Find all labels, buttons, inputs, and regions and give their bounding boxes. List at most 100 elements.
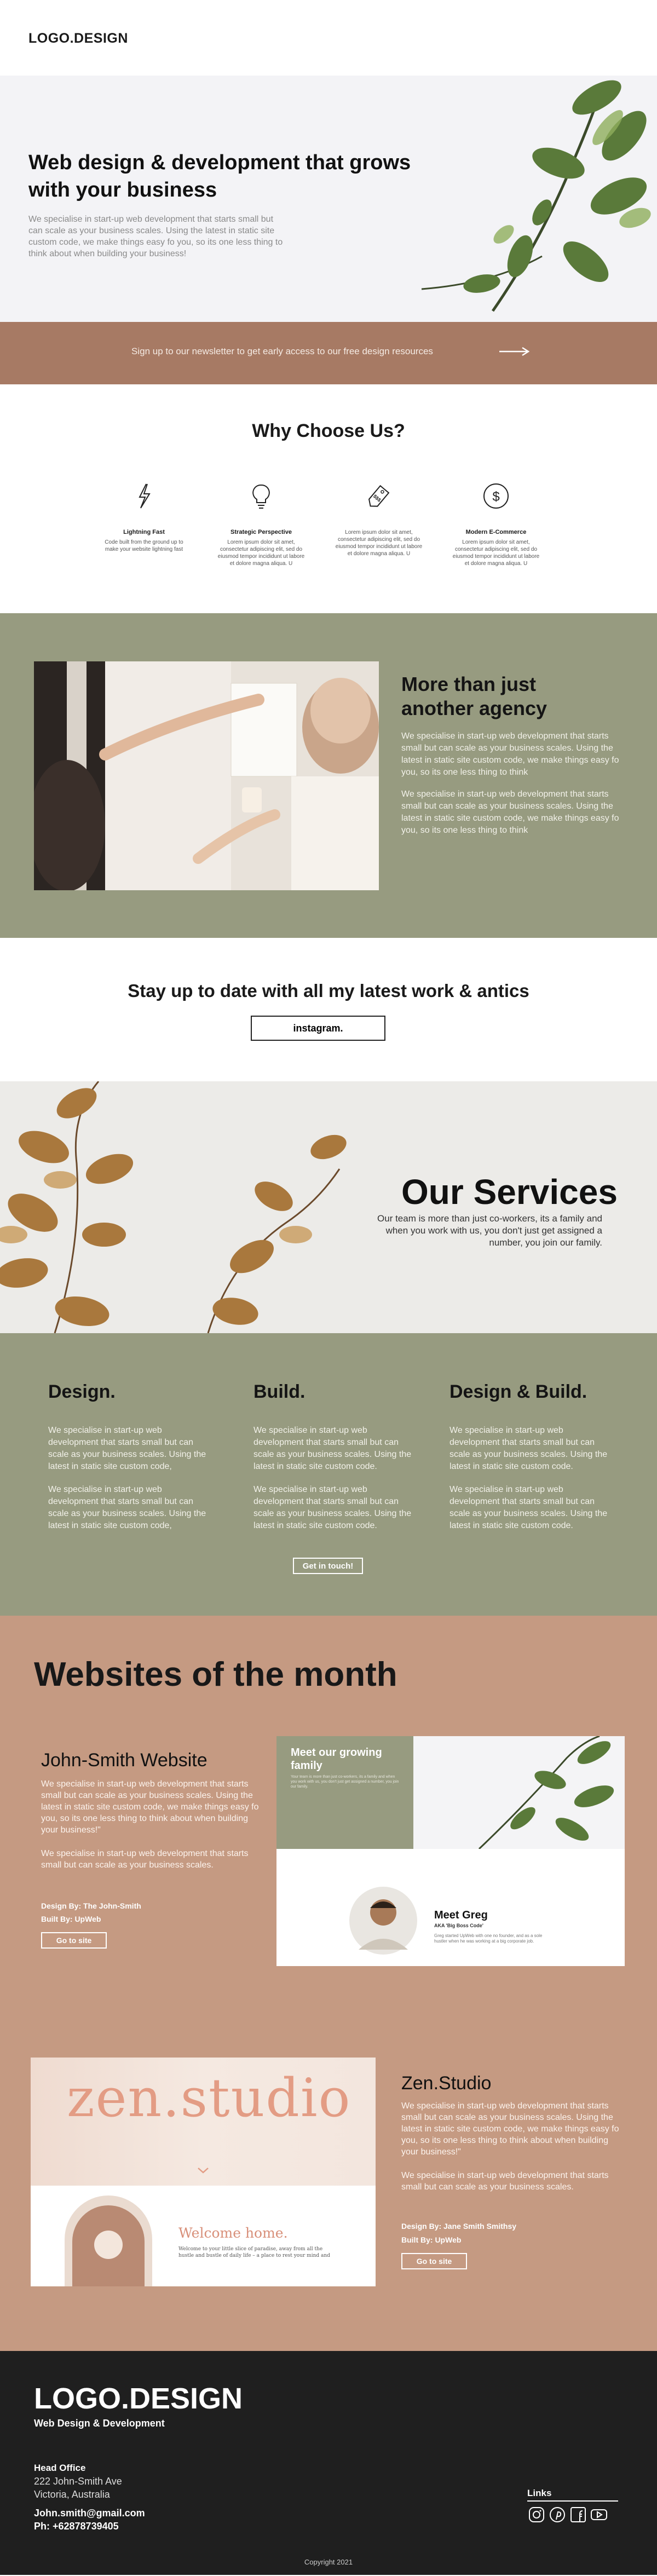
- zen-studio-website-preview: zen.studio Welcome home. Welcome to your…: [31, 2058, 376, 2286]
- newsletter-text[interactable]: Sign up to our newsletter to get early a…: [131, 346, 433, 357]
- feature-strategic-perspective: Strategic Perspective Lorem ipsum dolor …: [217, 481, 305, 567]
- preview-meet-title: Meet Greg: [434, 1909, 488, 1921]
- feature-title: Strategic Perspective: [230, 529, 292, 535]
- services-banner: Our Services Our team is more than just …: [0, 1081, 657, 1333]
- agency-paragraph: We specialise in start-up web developmen…: [401, 731, 619, 777]
- service-text: We specialise in start-up web developmen…: [449, 1426, 608, 1471]
- hero-text: We specialise in start-up web developmen…: [28, 215, 283, 258]
- divider: [527, 2500, 618, 2502]
- agency-section: More than just another agency We special…: [0, 613, 657, 938]
- service-design-build: Design & Build. We specialise in start-u…: [449, 1381, 614, 1532]
- service-design: Design. We specialise in start-up web de…: [48, 1381, 212, 1532]
- feature-text: Code built from the ground up to make yo…: [105, 539, 183, 552]
- site-builder: Built By: UpWeb: [401, 2235, 462, 2244]
- dollar-icon: $: [483, 483, 509, 509]
- site-title: John-Smith Website: [41, 1750, 208, 1771]
- svg-text:$: $: [492, 489, 499, 504]
- preview-green-panel: Meet our growing family Your team is mor…: [276, 1736, 413, 1849]
- services-title: Our Services: [401, 1172, 618, 1212]
- site-description: We specialise in start-up web developmen…: [401, 2101, 619, 2157]
- contact-phone[interactable]: Ph: +62878739405: [34, 2521, 119, 2532]
- site-designer: Design By: Jane Smith Smithsy: [401, 2222, 517, 2231]
- site-header: LOGO.DESIGN: [0, 0, 657, 76]
- logo[interactable]: LOGO.DESIGN: [28, 31, 128, 47]
- feature-title: Modern E-Commerce: [465, 529, 527, 535]
- address-line: 222 John-Smith Ave: [34, 2476, 122, 2487]
- greg-avatar: [349, 1887, 417, 1955]
- preview-welcome-panel: Welcome home. Welcome to your little sli…: [31, 2186, 376, 2286]
- websites-of-month-section: Websites of the month John-Smith Website…: [0, 1616, 657, 2351]
- preview-welcome-title: Welcome home.: [178, 2225, 288, 2241]
- go-to-site-button[interactable]: Go to site: [401, 2253, 467, 2269]
- site-builder: Built By: UpWeb: [41, 1915, 101, 1923]
- preview-hero: zen.studio: [31, 2058, 376, 2186]
- preview-role: AKA 'Big Boss Code': [434, 1923, 483, 1928]
- agency-title: More than just another agency: [401, 673, 548, 719]
- service-text: We specialise in start-up web developmen…: [48, 1485, 206, 1530]
- instagram-icon[interactable]: [527, 2505, 546, 2524]
- zen-studio-logo: zen.studio: [67, 2067, 351, 2129]
- address-line: Victoria, Australia: [34, 2489, 110, 2500]
- preview-blurb: Your team is more than just co-workers, …: [291, 1775, 399, 1789]
- feature-text: Lorem ipsum dolor sit amet, consectetur …: [335, 529, 423, 557]
- service-text: We specialise in start-up web developmen…: [253, 1485, 412, 1530]
- service-title: Design.: [48, 1381, 116, 1402]
- site-description: We specialise in start-up web developmen…: [401, 2171, 609, 2192]
- site-description: We specialise in start-up web developmen…: [41, 1849, 249, 1870]
- arrow-right-icon[interactable]: [498, 346, 531, 357]
- feature-text: Lorem ipsum dolor sit amet, consectetur …: [452, 539, 540, 567]
- price-tag-icon: $$$: [368, 485, 390, 507]
- lightbulb-icon: [252, 484, 270, 509]
- preview-plant-image: [413, 1736, 625, 1849]
- feature-lightning-fast: Lightning Fast Code built from the groun…: [100, 481, 188, 553]
- websites-title: Websites of the month: [34, 1656, 397, 1693]
- why-choose-us-section: Why Choose Us? Lightning Fast Code built…: [0, 384, 657, 613]
- links-title: Links: [527, 2488, 552, 2498]
- go-to-site-button[interactable]: Go to site: [41, 1932, 107, 1949]
- section-title: Why Choose Us?: [252, 420, 405, 441]
- service-text: We specialise in start-up web developmen…: [253, 1426, 412, 1471]
- footer-tagline: Web Design & Development: [34, 2418, 165, 2429]
- site-title: Zen.Studio: [401, 2073, 492, 2094]
- chevron-down-icon: [198, 2168, 209, 2174]
- facebook-icon[interactable]: [569, 2505, 587, 2524]
- agency-paragraph: We specialise in start-up web developmen…: [401, 789, 619, 835]
- feature-text: Lorem ipsum dolor sit amet, consectetur …: [217, 539, 305, 567]
- service-text: We specialise in start-up web developmen…: [48, 1426, 206, 1471]
- arch-photo: [65, 2195, 152, 2286]
- feature-pricing: $$$ Lorem ipsum dolor sit amet, consecte…: [335, 481, 423, 557]
- hero-section: Web design & development that grows with…: [0, 76, 657, 322]
- instagram-title: Stay up to date with all my latest work …: [128, 981, 529, 1001]
- feature-modern-ecommerce: $ Modern E-Commerce Lorem ipsum dolor si…: [452, 481, 540, 567]
- preview-heading: Meet our growing family: [291, 1747, 382, 1772]
- preview-description: Greg started UpWeb with one no founder, …: [434, 1933, 543, 1944]
- team-whiteboard-photo: [34, 661, 379, 890]
- site-description: We specialise in start-up web developmen…: [41, 1779, 259, 1835]
- service-title: Design & Build.: [449, 1381, 587, 1402]
- eucalyptus-plant-image: [421, 80, 651, 312]
- newsletter-banner[interactable]: Sign up to our newsletter to get early a…: [0, 322, 657, 384]
- instagram-button[interactable]: instagram.: [251, 1016, 385, 1041]
- footer-logo[interactable]: LOGO.DESIGN: [34, 2382, 243, 2416]
- youtube-icon[interactable]: [590, 2505, 608, 2524]
- services-text: Our team is more than just co-workers, i…: [377, 1213, 602, 1248]
- service-title: Build.: [253, 1381, 306, 1402]
- preview-hero: Meet our growing family Your team is mor…: [276, 1736, 625, 1849]
- service-build: Build. We specialise in start-up web dev…: [253, 1381, 418, 1532]
- site-footer: LOGO.DESIGN Web Design & Development Hea…: [0, 2351, 657, 2575]
- instagram-section: Stay up to date with all my latest work …: [0, 938, 657, 1081]
- contact-email[interactable]: John.smith@gmail.com: [34, 2508, 145, 2519]
- copyright: Copyright 2021: [304, 2558, 353, 2566]
- service-text: We specialise in start-up web developmen…: [449, 1485, 608, 1530]
- preview-welcome-text: Welcome to your little slice of paradise…: [178, 2246, 330, 2258]
- dried-eucalyptus-image: [0, 1081, 347, 1333]
- social-links: [527, 2505, 608, 2524]
- svg-text:$$$: $$$: [372, 493, 382, 503]
- pinterest-icon[interactable]: [548, 2505, 567, 2524]
- site-designer: Design By: The John-Smith: [41, 1901, 141, 1910]
- john-smith-website-preview: Meet our growing family Your team is mor…: [276, 1736, 625, 1966]
- lightning-icon: [139, 483, 151, 509]
- get-in-touch-button[interactable]: Get in touch!: [293, 1558, 363, 1574]
- head-office-label: Head Office: [34, 2463, 86, 2473]
- services-columns: Design. We specialise in start-up web de…: [0, 1333, 657, 1616]
